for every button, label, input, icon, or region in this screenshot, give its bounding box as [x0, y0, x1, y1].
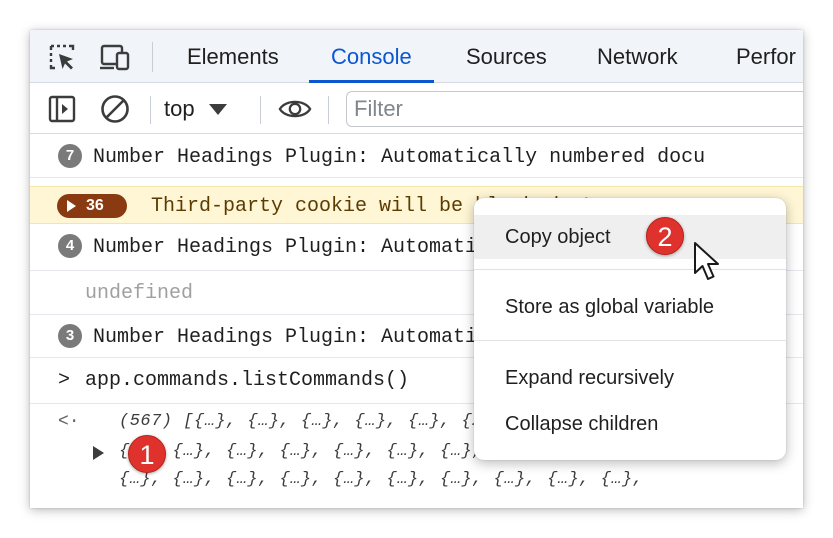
devtools-tabbar: Elements Console Sources Network Perfor [30, 30, 803, 83]
prompt-chevron-icon: > [58, 369, 71, 392]
message-count-badge: 7 [58, 144, 82, 168]
toolbar-separator [328, 96, 329, 124]
tab-elements[interactable]: Elements [165, 30, 301, 83]
filter-input[interactable] [346, 91, 803, 127]
message-count-badge: 4 [58, 234, 82, 258]
eye-icon[interactable] [278, 92, 312, 126]
console-message[interactable]: 7 Number Headings Plugin: Automatically … [30, 135, 803, 178]
sidebar-toggle-icon[interactable] [45, 92, 79, 126]
message-text: Number Headings Plugin: Automatically nu… [93, 146, 706, 169]
clear-console-icon[interactable] [98, 92, 132, 126]
result-arrow-icon: <· [58, 412, 80, 432]
toolbar-separator [150, 96, 151, 124]
console-toolbar: top [30, 84, 803, 134]
tab-console[interactable]: Console [309, 30, 434, 83]
expand-triangle-icon [67, 200, 76, 212]
warning-count-badge: 36 [57, 194, 127, 218]
step-marker-1: 1 [128, 435, 166, 473]
tab-sources[interactable]: Sources [444, 30, 569, 83]
devtools-window: Elements Console Sources Network Perfor … [30, 30, 803, 508]
expand-triangle-icon[interactable] [93, 446, 104, 460]
menu-item-collapse-children[interactable]: Collapse children [474, 402, 786, 446]
context-value: top [164, 96, 195, 121]
undefined-value: undefined [85, 282, 194, 305]
device-toolbar-icon[interactable] [98, 40, 132, 74]
tab-network[interactable]: Network [575, 30, 700, 83]
message-count-badge: 3 [58, 324, 82, 348]
context-selector[interactable]: top [164, 92, 227, 126]
menu-separator [474, 269, 786, 270]
step-marker-2: 2 [646, 217, 684, 255]
context-menu: Copy object Store as global variable Exp… [474, 198, 786, 460]
warning-count: 36 [86, 197, 104, 214]
inspect-element-icon[interactable] [45, 40, 79, 74]
menu-item-store-global[interactable]: Store as global variable [474, 285, 786, 329]
tab-performance[interactable]: Perfor [714, 30, 803, 83]
menu-separator [474, 340, 786, 341]
menu-item-copy-object[interactable]: Copy object [474, 215, 786, 259]
command-text: app.commands.listCommands() [85, 369, 410, 392]
chevron-down-icon [208, 103, 227, 115]
tabbar-separator [152, 42, 153, 72]
result-items: {…}, {…}, {…}, {…}, {…}, {…}, {…}, {…}, … [119, 470, 644, 489]
mouse-cursor-icon [694, 242, 719, 280]
menu-item-expand-recursively[interactable]: Expand recursively [474, 356, 786, 400]
toolbar-separator [260, 96, 261, 124]
